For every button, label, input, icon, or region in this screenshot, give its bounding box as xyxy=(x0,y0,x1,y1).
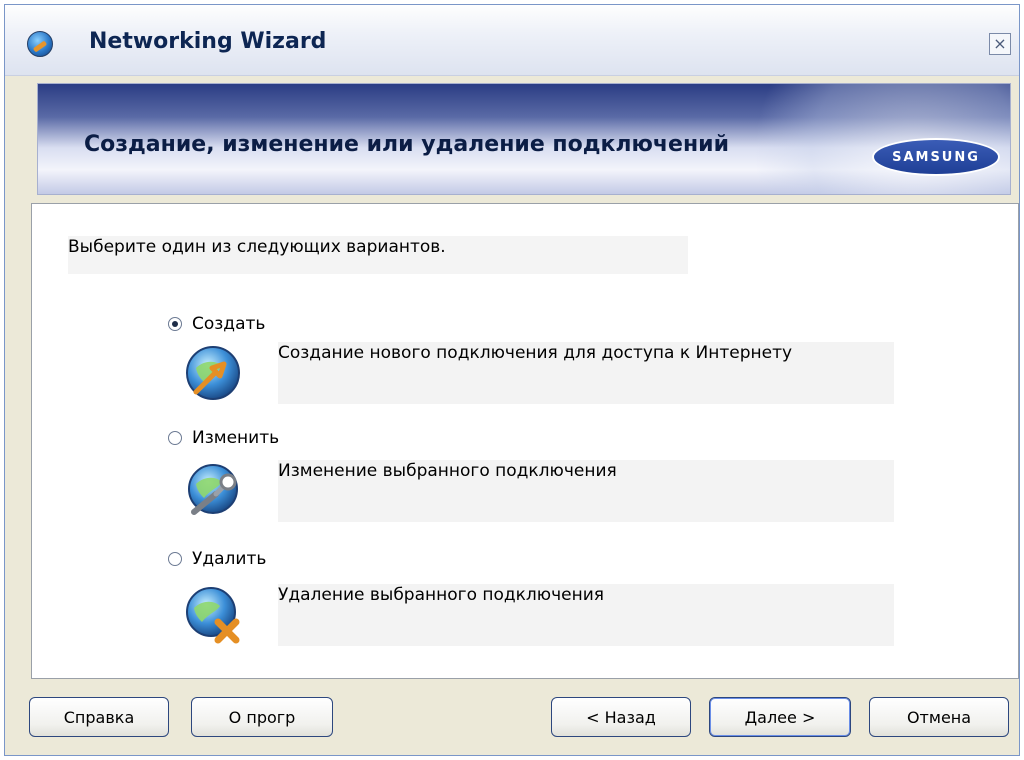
help-button[interactable]: Справка xyxy=(29,697,169,737)
option-create-label: Создать xyxy=(192,314,266,334)
radio-create[interactable] xyxy=(168,317,182,331)
option-delete-description: Удаление выбранного подключения xyxy=(278,584,894,646)
radio-edit[interactable] xyxy=(168,431,182,445)
header-banner: Создание, изменение или удаление подключ… xyxy=(37,83,1011,195)
close-button[interactable]: × xyxy=(989,33,1011,55)
samsung-logo: SAMSUNG xyxy=(874,140,998,174)
wizard-window: Networking Wizard × Создание, изменение … xyxy=(4,4,1020,756)
about-button[interactable]: О прогр xyxy=(191,697,333,737)
option-edit[interactable]: Изменить xyxy=(168,428,279,448)
globe-arrow-icon xyxy=(186,346,240,400)
app-icon xyxy=(27,31,53,57)
next-button[interactable]: Далее > xyxy=(709,697,851,737)
option-edit-description: Изменение выбранного подключения xyxy=(278,460,894,522)
radio-delete[interactable] xyxy=(168,552,182,566)
option-create[interactable]: Создать xyxy=(168,314,265,334)
globe-wrench-icon xyxy=(188,464,238,515)
banner-globe-graphic xyxy=(738,84,1010,194)
radio-selected-dot xyxy=(172,321,178,327)
brand-text: SAMSUNG xyxy=(892,149,980,165)
prompt-text: Выберите один из следующих вариантов. xyxy=(68,236,688,274)
globe-delete-icon xyxy=(186,587,240,644)
option-create-description: Создание нового подключения для доступа … xyxy=(278,342,894,404)
banner-title: Создание, изменение или удаление подключ… xyxy=(84,132,729,157)
title-bar: Networking Wizard × xyxy=(5,5,1019,76)
window-title: Networking Wizard xyxy=(89,29,327,54)
option-edit-label: Изменить xyxy=(192,428,280,448)
cancel-button[interactable]: Отмена xyxy=(869,697,1009,737)
back-button[interactable]: < Назад xyxy=(551,697,691,737)
option-delete[interactable]: Удалить xyxy=(168,549,266,569)
options-panel: Выберите один из следующих вариантов. Со… xyxy=(31,203,1019,679)
option-delete-label: Удалить xyxy=(192,549,267,569)
